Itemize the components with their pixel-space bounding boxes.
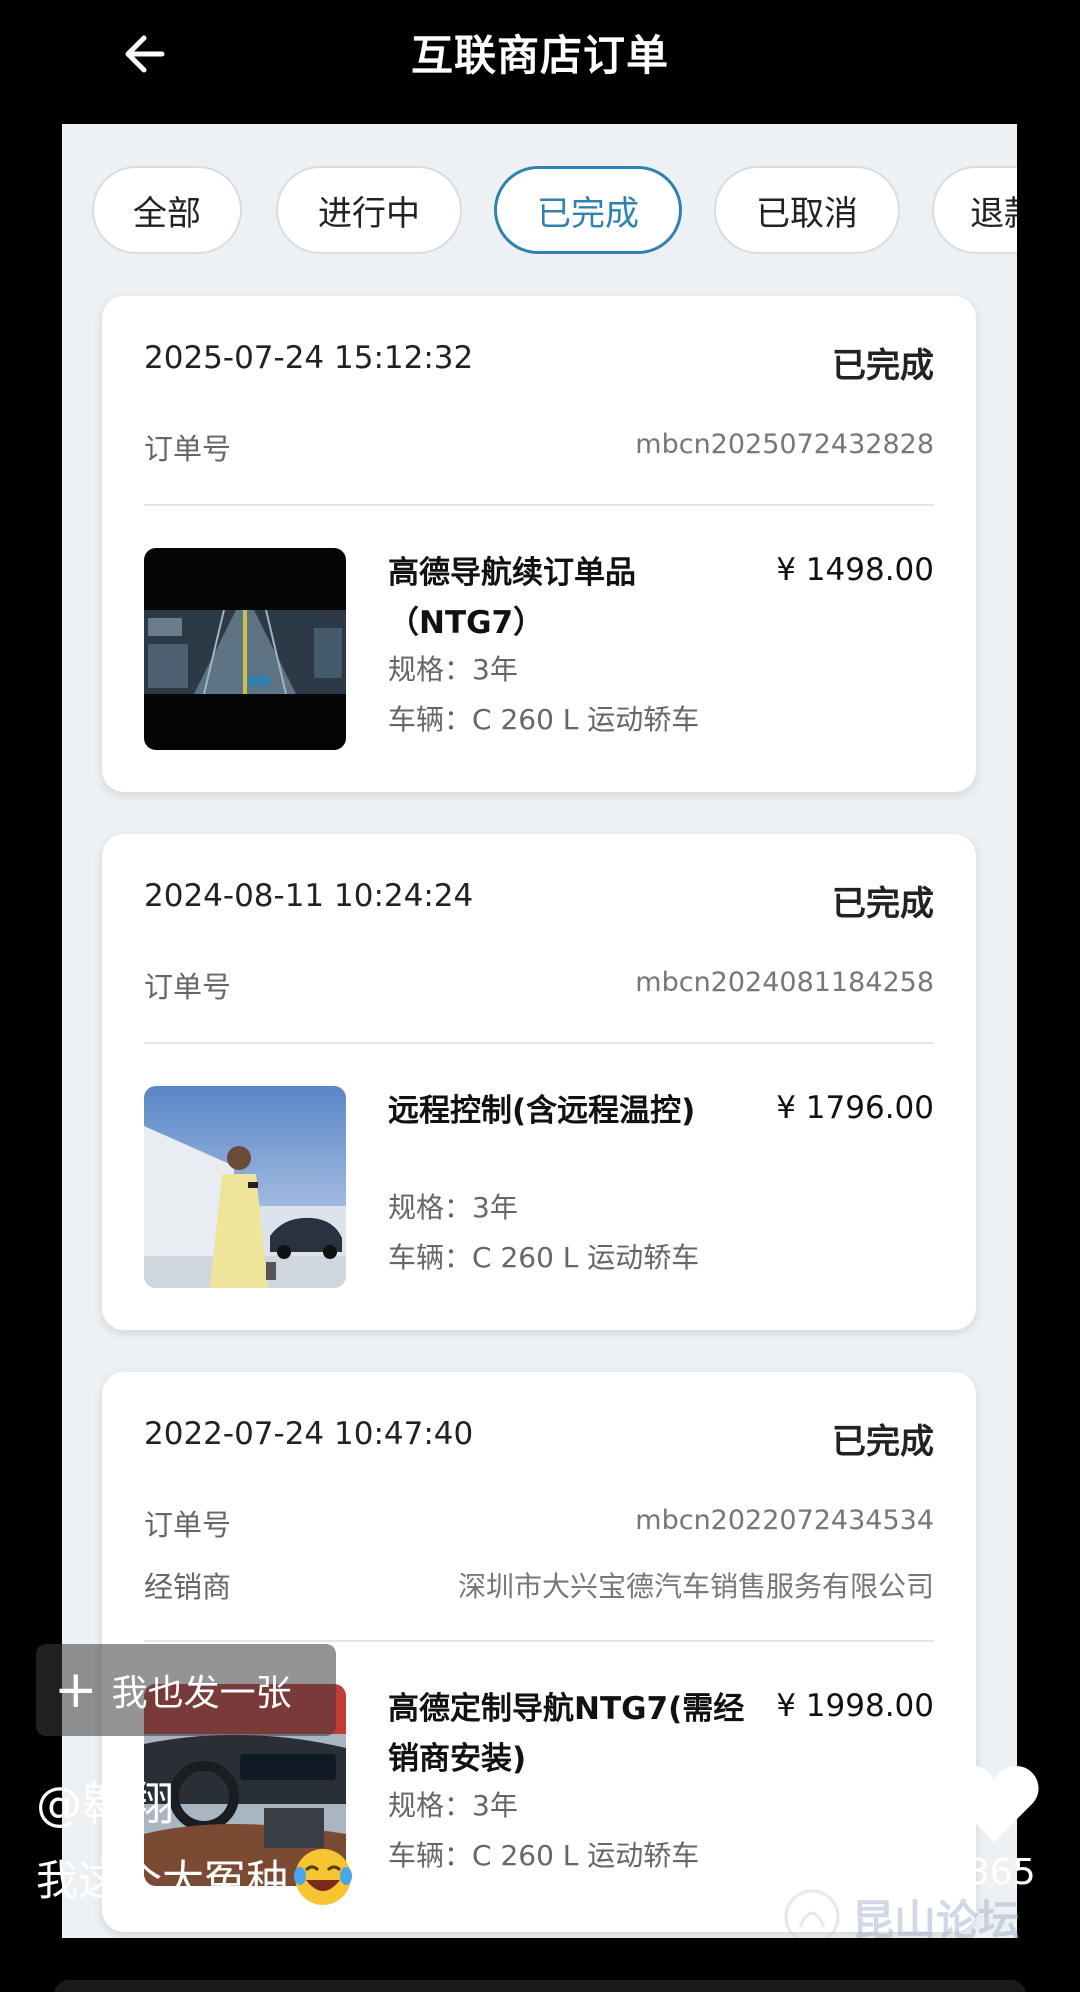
status-badge: 已完成 — [832, 884, 934, 924]
product-spec: 规格：3年 — [388, 1789, 518, 1822]
product-vehicle: 车辆：C 260 L 运动轿车 — [388, 703, 700, 736]
status-badge: 已完成 — [832, 346, 934, 386]
dealer-label: 经销商 — [144, 1570, 232, 1604]
product-name[interactable]: 远程控制(含远程温控) — [388, 1086, 768, 1136]
order-time: 2022-07-24 10:47:40 — [144, 1416, 474, 1452]
product-vehicle: 车辆：C 260 L 运动轿车 — [388, 1839, 700, 1872]
tab-cancelled[interactable]: 已取消 — [714, 166, 900, 254]
status-badge: 已完成 — [832, 1422, 934, 1462]
order-time: 2025-07-24 15:12:32 — [144, 340, 474, 376]
post-too-button[interactable]: + 我也发一张 — [36, 1644, 336, 1736]
product-name[interactable]: 高德定制导航NTG7(需经 销商安装) — [388, 1684, 778, 1784]
post-too-label: 我也发一张 — [111, 1673, 292, 1714]
tab-completed[interactable]: 已完成 — [494, 166, 682, 254]
order-number: mbcn2024081184258 — [635, 967, 934, 998]
divider — [144, 1042, 934, 1044]
product-price: ¥ 1498.00 — [776, 552, 934, 588]
order-card[interactable]: 2024-08-11 10:24:24 已完成 订单号 mbcn20240811… — [102, 834, 976, 1330]
product-spec: 规格：3年 — [388, 1191, 518, 1224]
tab-all[interactable]: 全部 — [92, 166, 242, 254]
author-name[interactable]: @翱翔 — [36, 1768, 174, 1834]
tab-in-progress[interactable]: 进行中 — [276, 166, 462, 254]
tab-refund[interactable]: 退款 — [932, 166, 1017, 254]
order-number-label: 订单号 — [144, 432, 232, 466]
page-title: 互联商店订单 — [410, 31, 669, 80]
divider — [144, 504, 934, 506]
order-number-label: 订单号 — [144, 970, 232, 1004]
top-bar: 互联商店订单 — [0, 0, 1080, 120]
order-number: mbcn2025072432828 — [635, 429, 934, 460]
product-vehicle: 车辆：C 260 L 运动轿车 — [388, 1241, 700, 1274]
product-spec: 规格：3年 — [388, 653, 518, 686]
divider — [144, 1640, 934, 1642]
product-price: ¥ 1998.00 — [776, 1688, 934, 1724]
order-number-label: 订单号 — [144, 1508, 232, 1542]
caption-text: 我这个大冤种 — [36, 1855, 289, 1905]
status-tabs: 全部 进行中 已完成 已取消 退款 — [92, 166, 1017, 258]
order-card[interactable]: 2025-07-24 15:12:32 已完成 订单号 mbcn20250724… — [102, 296, 976, 792]
order-number: mbcn2022072434534 — [635, 1505, 934, 1536]
post-caption: 我这个大冤种 — [36, 1846, 354, 1908]
dealer-name: 深圳市大兴宝德汽车销售服务有限公司 — [457, 1570, 934, 1603]
plus-icon: + — [54, 1660, 98, 1720]
product-name[interactable]: 高德导航续订单品 （NTG7） — [388, 548, 768, 648]
heart-icon[interactable] — [948, 1762, 1040, 1846]
woman-with-car-image — [144, 1086, 346, 1288]
comment-input-bar[interactable] — [54, 1980, 1026, 1992]
order-time: 2024-08-11 10:24:24 — [144, 878, 474, 914]
navigation-screen-image — [144, 548, 346, 750]
product-price: ¥ 1796.00 — [776, 1090, 934, 1126]
laughing-crying-emoji-icon — [294, 1849, 353, 1905]
screen: 互联商店订单 全部 进行中 已完成 已取消 退款 2025-07-24 15:1… — [0, 0, 1080, 1992]
